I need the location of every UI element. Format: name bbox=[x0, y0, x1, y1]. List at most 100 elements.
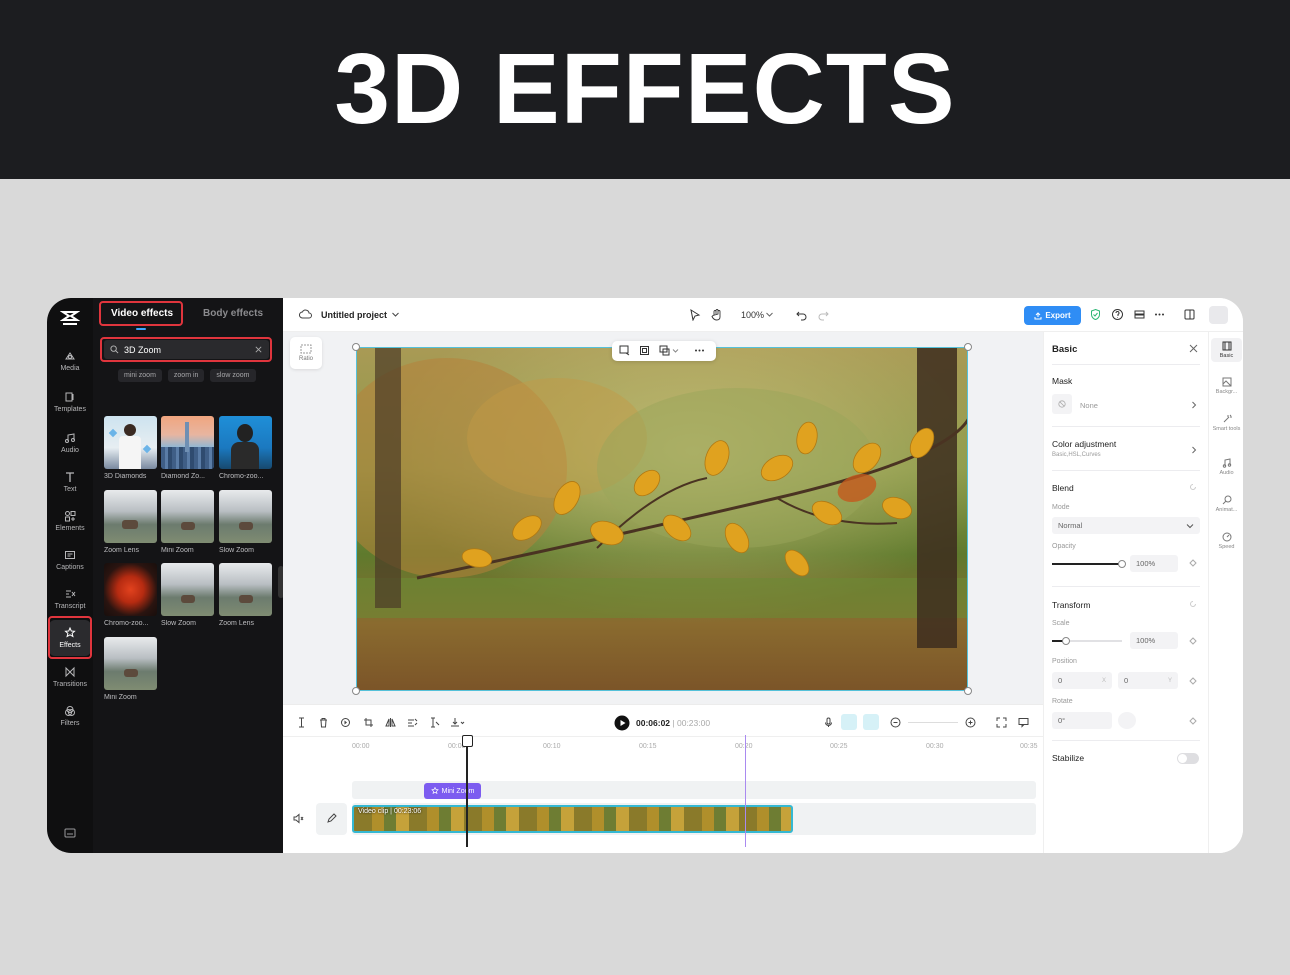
keyframe-icon[interactable] bbox=[1189, 559, 1197, 567]
rail-item-transcript[interactable]: Transcript bbox=[49, 581, 91, 617]
rail-item-audio[interactable]: Audio bbox=[49, 425, 91, 461]
slider-knob[interactable] bbox=[1062, 637, 1070, 645]
color-adjustment-label[interactable]: Color adjustment bbox=[1052, 439, 1116, 449]
tool-basic[interactable]: Basic bbox=[1211, 338, 1242, 362]
chevron-right-icon[interactable] bbox=[1191, 401, 1197, 409]
slider-knob[interactable] bbox=[1118, 560, 1126, 568]
scale-input[interactable]: 100% bbox=[1130, 632, 1178, 649]
crop-icon[interactable] bbox=[639, 345, 650, 356]
video-clip[interactable]: Video clip | 00:23:06 bbox=[352, 805, 793, 833]
play-icon[interactable] bbox=[614, 715, 630, 731]
keyframe-icon[interactable] bbox=[1189, 677, 1197, 685]
zoom-in-icon[interactable] bbox=[965, 717, 976, 728]
rail-item-filters[interactable]: Filters bbox=[49, 698, 91, 734]
split-icon[interactable] bbox=[296, 717, 307, 728]
loop-icon[interactable] bbox=[340, 717, 351, 728]
snap-toggle[interactable] bbox=[841, 714, 857, 730]
volume-icon[interactable] bbox=[293, 813, 304, 824]
microphone-icon[interactable] bbox=[823, 717, 834, 728]
playhead[interactable] bbox=[463, 735, 472, 847]
comment-icon[interactable] bbox=[1018, 717, 1029, 728]
rail-item-templates[interactable]: Templates bbox=[49, 384, 91, 420]
clear-icon[interactable] bbox=[254, 345, 263, 354]
scale-slider[interactable] bbox=[1052, 637, 1122, 645]
adjust-icon[interactable] bbox=[407, 717, 418, 728]
track-edit-button[interactable] bbox=[316, 803, 347, 835]
timeline-zoom-slider[interactable] bbox=[908, 722, 958, 723]
rail-item-media[interactable]: Media bbox=[49, 343, 91, 379]
position-y-input[interactable]: 0 Y bbox=[1118, 672, 1178, 689]
effect-card[interactable]: Mini Zoom bbox=[161, 490, 214, 554]
pointer-icon[interactable] bbox=[688, 308, 701, 321]
tool-animation[interactable]: Animat... bbox=[1211, 495, 1242, 513]
crop-icon[interactable] bbox=[363, 717, 374, 728]
zoom-level[interactable]: 100% bbox=[741, 310, 764, 320]
rotate-dial[interactable] bbox=[1118, 712, 1136, 729]
mask-none-icon[interactable] bbox=[1052, 394, 1072, 414]
tab-video-effects[interactable]: Video effects bbox=[111, 308, 173, 319]
chevron-right-icon[interactable] bbox=[1191, 446, 1197, 454]
ratio-button[interactable]: Ratio bbox=[290, 337, 322, 369]
layers-icon[interactable] bbox=[1133, 308, 1146, 321]
resize-handle[interactable] bbox=[964, 343, 972, 351]
flip-icon[interactable] bbox=[385, 717, 396, 728]
close-icon[interactable] bbox=[1189, 344, 1198, 353]
rotate-input[interactable]: 0° bbox=[1052, 712, 1112, 729]
reset-icon[interactable] bbox=[1189, 600, 1197, 608]
rail-item-transitions[interactable]: Transitions bbox=[49, 659, 91, 695]
rail-item-effects[interactable]: Effects bbox=[49, 620, 91, 656]
zoom-chevron-icon[interactable] bbox=[765, 308, 774, 321]
blend-mode-select[interactable]: Normal bbox=[1052, 517, 1200, 534]
keyframe-icon[interactable] bbox=[1189, 637, 1197, 645]
position-x-input[interactable]: 0 X bbox=[1052, 672, 1112, 689]
mask-icon[interactable] bbox=[659, 345, 670, 356]
effect-clip[interactable]: Mini Zoom bbox=[424, 783, 481, 799]
link-toggle[interactable] bbox=[863, 714, 879, 730]
reset-icon[interactable] bbox=[1189, 483, 1197, 491]
help-icon[interactable] bbox=[1111, 308, 1124, 321]
delete-icon[interactable] bbox=[318, 717, 329, 728]
keyboard-icon[interactable] bbox=[64, 828, 76, 838]
keyframe-icon[interactable] bbox=[1189, 717, 1197, 725]
suggestion-chip[interactable]: zoom in bbox=[167, 369, 205, 382]
rail-item-captions[interactable]: Captions bbox=[49, 542, 91, 578]
effect-card[interactable]: Zoom Lens bbox=[104, 490, 157, 554]
export-button[interactable]: Export bbox=[1024, 306, 1081, 325]
video-preview[interactable] bbox=[356, 347, 968, 691]
tool-background[interactable]: Backgr... bbox=[1211, 377, 1242, 395]
tool-smart-tools[interactable]: Smart tools bbox=[1211, 414, 1242, 432]
chevron-down-icon[interactable] bbox=[391, 308, 400, 321]
zoom-out-icon[interactable] bbox=[890, 717, 901, 728]
tab-body-effects[interactable]: Body effects bbox=[203, 308, 263, 319]
suggestion-chip[interactable]: slow zoom bbox=[210, 369, 256, 382]
layout-icon[interactable] bbox=[1183, 308, 1196, 321]
cloud-icon[interactable] bbox=[299, 308, 312, 321]
opacity-slider[interactable] bbox=[1052, 560, 1126, 568]
shield-icon[interactable] bbox=[1089, 308, 1102, 321]
search-input[interactable]: 3D Zoom bbox=[104, 340, 269, 359]
effect-card[interactable]: Chromo-zoo... bbox=[104, 563, 157, 627]
resize-handle[interactable] bbox=[352, 687, 360, 695]
tool-audio[interactable]: Audio bbox=[1211, 458, 1242, 476]
avatar[interactable] bbox=[1209, 306, 1228, 324]
effect-card[interactable]: Mini Zoom bbox=[104, 637, 157, 701]
effect-card[interactable]: Chromo-zoo... bbox=[219, 416, 272, 480]
effect-card[interactable]: Zoom Lens bbox=[219, 563, 272, 627]
trim-icon[interactable] bbox=[429, 717, 440, 728]
chevron-down-icon[interactable] bbox=[672, 347, 679, 354]
effect-card[interactable]: Diamond Zo... bbox=[161, 416, 214, 480]
rail-item-text[interactable]: Text bbox=[49, 464, 91, 500]
download-icon[interactable] bbox=[450, 717, 465, 728]
resize-handle[interactable] bbox=[964, 687, 972, 695]
effect-card[interactable]: Slow Zoom bbox=[219, 490, 272, 554]
replace-icon[interactable] bbox=[619, 345, 630, 356]
more-icon[interactable] bbox=[1153, 308, 1166, 321]
more-icon[interactable] bbox=[694, 345, 705, 356]
rail-item-elements[interactable]: Elements bbox=[49, 503, 91, 539]
effect-card[interactable]: Slow Zoom bbox=[161, 563, 214, 627]
fullscreen-icon[interactable] bbox=[996, 717, 1007, 728]
stabilize-toggle[interactable] bbox=[1177, 753, 1199, 764]
redo-icon[interactable] bbox=[817, 308, 830, 321]
resize-handle[interactable] bbox=[352, 343, 360, 351]
tool-speed[interactable]: Speed bbox=[1211, 532, 1242, 550]
